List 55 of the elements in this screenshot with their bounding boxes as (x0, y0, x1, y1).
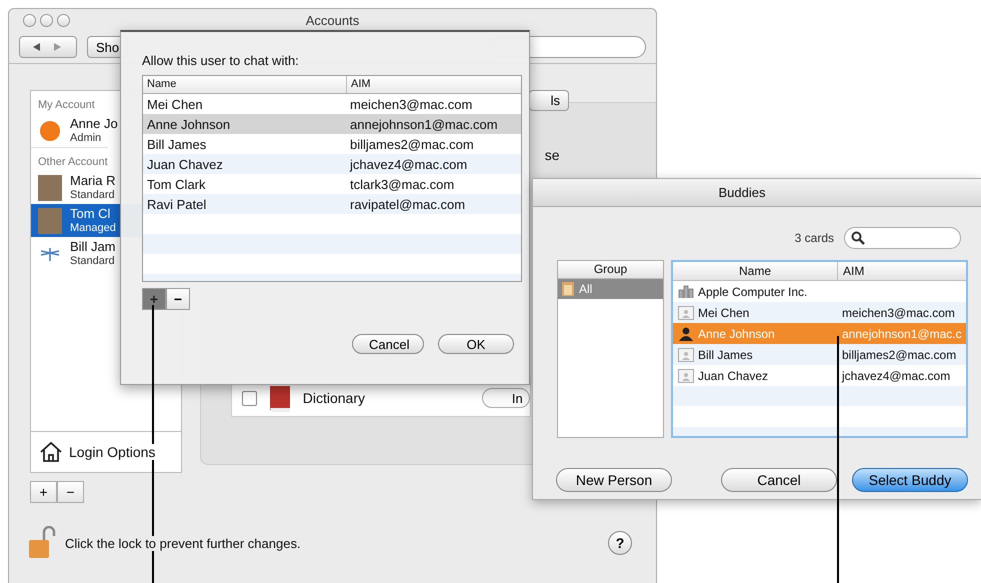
remove-account-button[interactable]: − (57, 481, 84, 503)
contact-card-icon (678, 368, 694, 382)
checkbox[interactable] (242, 390, 257, 406)
sheet-prompt: Allow this user to chat with: (142, 53, 300, 70)
account-role: Managed (70, 220, 116, 234)
minimize-icon[interactable] (40, 14, 53, 26)
account-role: Standard (70, 188, 116, 202)
help-button[interactable]: ? (608, 531, 632, 555)
app-button[interactable]: In (482, 388, 530, 408)
photo-placeholder (38, 208, 62, 234)
account-name: Maria R (70, 174, 116, 188)
add-button[interactable]: + (142, 288, 166, 310)
lock-message: Click the lock to prevent further changes. (65, 536, 301, 550)
close-icon[interactable] (23, 14, 36, 26)
back-forward-control[interactable] (19, 36, 77, 58)
zoom-icon[interactable] (57, 14, 70, 26)
person-icon (678, 326, 694, 340)
search-icon (851, 231, 865, 245)
account-name: Tom Cl (70, 206, 112, 220)
lock-icon[interactable] (27, 526, 57, 560)
window-title: Buddies (718, 185, 766, 200)
section-header: My Account (37, 98, 95, 113)
account-role: Standard (70, 254, 116, 268)
option-label: se (544, 147, 560, 163)
house-icon (39, 440, 63, 464)
account-role: Admin (70, 130, 102, 144)
section-header: Other Account (31, 147, 108, 171)
address-book-icon (561, 281, 575, 297)
account-name: Anne Jo (70, 116, 118, 130)
login-options-item[interactable]: Login Options (31, 431, 181, 472)
column-header[interactable]: Name (143, 76, 347, 93)
dialog-button[interactable]: New Person (556, 468, 672, 492)
card-count: 3 cards (794, 231, 834, 245)
app-name: Dictionary (302, 390, 365, 406)
ball-icon (40, 120, 60, 140)
contact-card-icon (678, 348, 694, 362)
account-name: Bill Jam (70, 240, 116, 254)
dialog-button[interactable]: Select Buddy (852, 468, 968, 492)
column-header[interactable]: AIM (347, 76, 375, 93)
remove-button[interactable]: − (166, 288, 190, 310)
add-account-button[interactable]: + (30, 481, 57, 503)
tab-button[interactable]: ls (529, 90, 569, 111)
column-header[interactable]: Name (673, 262, 838, 280)
search-field[interactable] (844, 227, 961, 249)
dialog-button[interactable]: OK (438, 334, 514, 354)
window-title: Accounts (306, 12, 360, 28)
dialog-button[interactable]: Cancel (352, 334, 424, 354)
building-icon (678, 284, 694, 298)
photo-placeholder (38, 174, 62, 200)
dragonfly-icon (39, 246, 61, 262)
contact-card-icon (678, 306, 694, 320)
column-header[interactable]: Group (558, 261, 663, 279)
column-header[interactable]: AIM (838, 262, 864, 280)
dialog-button[interactable]: Cancel (721, 468, 837, 492)
table-row[interactable]: Anne Johnson annejohnson1@mac.com (143, 114, 521, 134)
